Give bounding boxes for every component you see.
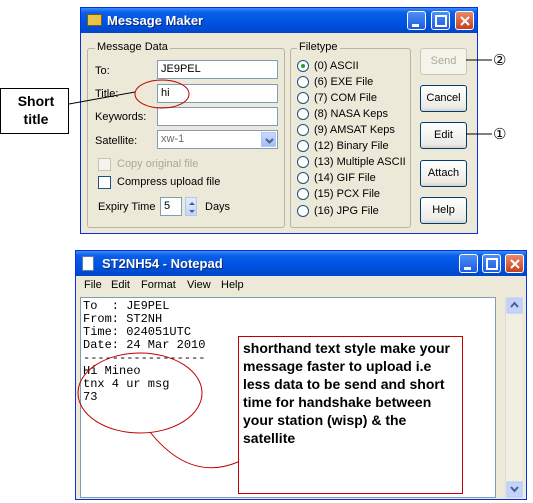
shorthand-note: shorthand text style make your message f…	[238, 336, 463, 494]
title-highlight-circle	[134, 79, 190, 109]
edit-marker: ①	[493, 126, 507, 143]
note-pointer-curve	[149, 431, 239, 469]
send-marker: ②	[493, 52, 507, 69]
shorthand-note-text: shorthand text style make your message f…	[243, 340, 450, 446]
message-highlight-circle	[77, 352, 203, 434]
short-title-pointer	[68, 91, 136, 105]
